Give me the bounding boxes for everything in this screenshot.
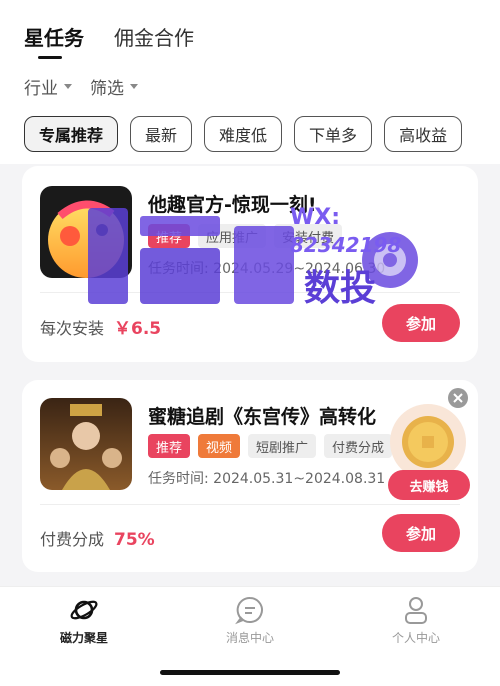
nav-label: 磁力聚星 — [59, 631, 108, 645]
header-tabs: 星任务 佣金合作 — [24, 22, 194, 59]
industry-label: 行业 — [24, 79, 58, 99]
screen-dropdown[interactable]: 筛选 — [90, 74, 138, 99]
reward-label: 每次安装 — [40, 319, 105, 338]
coin-icon — [390, 404, 466, 480]
drama-thumbnail — [40, 398, 132, 490]
category-chips: 专属推荐 最新 难度低 下单多 高收益 — [24, 116, 500, 152]
join-button[interactable]: 参加 — [382, 514, 460, 552]
caret-down-icon — [130, 84, 138, 89]
task-time: 任务时间: 2024.05.29~2024.06.30 — [148, 261, 386, 277]
task-title: 他趣官方-惊现一刻! — [148, 194, 317, 216]
tab-commission-cooperation[interactable]: 佣金合作 — [114, 22, 194, 51]
tag-short-drama: 短剧推广 — [248, 434, 317, 458]
top-section: 星任务 佣金合作 行业 筛选 专属推荐 最新 难度低 下单多 高收益 — [0, 0, 500, 164]
earn-floater[interactable]: 去赚钱 — [386, 404, 470, 500]
tag-pay-share: 付费分成 — [324, 434, 393, 458]
home-indicator — [160, 670, 340, 675]
chat-icon — [235, 596, 263, 625]
nav-label: 消息中心 — [225, 631, 274, 645]
chip-exclusive[interactable]: 专属推荐 — [24, 116, 119, 152]
task-time: 任务时间: 2024.05.31~2024.08.31 — [148, 471, 386, 487]
tag-recommend: 推荐 — [148, 224, 191, 248]
divider — [40, 292, 460, 293]
person-icon — [405, 597, 427, 624]
task-reward: 付费分成 75% — [40, 526, 155, 550]
nav-item-messages[interactable]: 消息中心 — [190, 595, 310, 646]
task-title: 蜜糖追剧《东宫传》高转化 — [148, 406, 377, 428]
nav-item-star[interactable]: 磁力聚星 — [24, 595, 144, 646]
caret-down-icon — [64, 84, 72, 89]
task-tags: 推荐 视频 短剧推广 付费分成 — [148, 434, 393, 458]
reward-label: 付费分成 — [40, 530, 105, 549]
tag-recommend: 推荐 — [148, 434, 191, 458]
task-card[interactable]: 他趣官方-惊现一刻! 推荐 应用推广 安装付费 任务时间: 2024.05.29… — [22, 166, 478, 362]
chip-easy[interactable]: 难度低 — [204, 116, 283, 152]
chip-most-orders[interactable]: 下单多 — [294, 116, 373, 152]
app-thumbnail — [40, 186, 132, 278]
nav-label: 个人中心 — [391, 631, 440, 645]
close-icon[interactable] — [448, 388, 468, 408]
task-reward: 每次安装 ￥6.5 — [40, 314, 161, 339]
join-button[interactable]: 参加 — [382, 304, 460, 342]
nav-item-profile[interactable]: 个人中心 — [356, 595, 476, 646]
planet-icon — [70, 600, 98, 620]
chip-high-income[interactable]: 高收益 — [384, 116, 463, 152]
divider — [40, 504, 460, 505]
filter-bar: 行业 筛选 — [24, 74, 138, 99]
screen-label: 筛选 — [90, 79, 124, 99]
reward-value: 75% — [114, 530, 155, 550]
tag-video: 视频 — [198, 434, 241, 458]
tag-install-pay: 安装付费 — [274, 224, 343, 248]
tab-star-tasks[interactable]: 星任务 — [24, 22, 84, 59]
industry-dropdown[interactable]: 行业 — [24, 74, 72, 99]
task-tags: 推荐 应用推广 安装付费 — [148, 224, 343, 248]
earn-button[interactable]: 去赚钱 — [388, 470, 470, 500]
chip-latest[interactable]: 最新 — [130, 116, 193, 152]
reward-value: ￥6.5 — [114, 319, 162, 339]
tag-app-promo: 应用推广 — [198, 224, 267, 248]
